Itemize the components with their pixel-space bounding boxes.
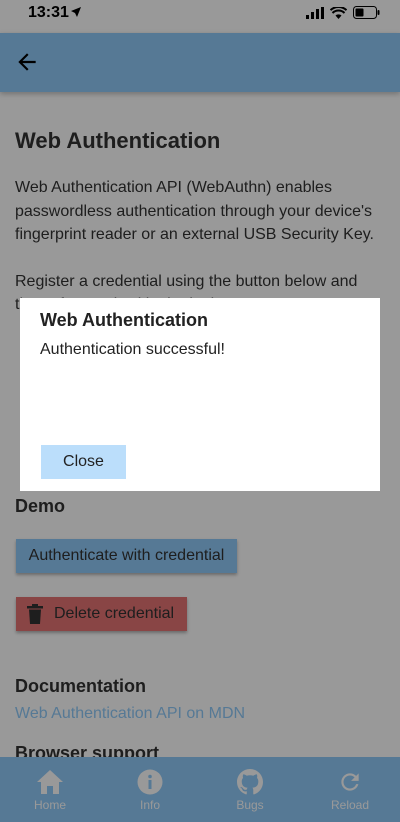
dialog-close-button[interactable]: Close xyxy=(41,445,126,479)
dialog-message: Authentication successful! xyxy=(40,341,225,358)
alert-dialog: Web Authentication Authentication succes… xyxy=(20,298,380,491)
dialog-title: Web Authentication xyxy=(40,310,208,330)
dialog-close-label: Close xyxy=(63,453,104,470)
